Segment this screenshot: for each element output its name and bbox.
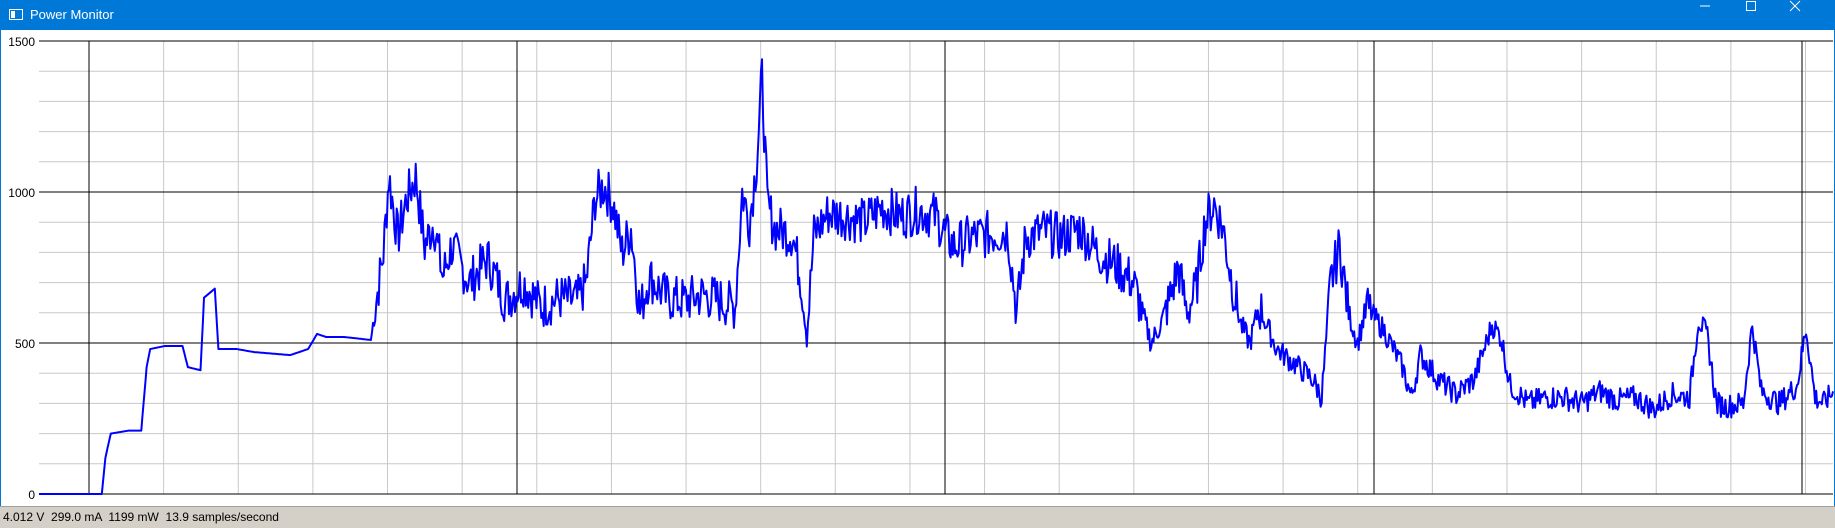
maximize-button[interactable] <box>1745 0 1791 30</box>
window-title: Power Monitor <box>30 7 114 22</box>
chart-area: 0 500 1000 1500 <box>0 30 1835 506</box>
y-tick-label: 0 <box>28 488 35 502</box>
close-button[interactable] <box>1789 0 1835 30</box>
status-bar: 4.012 V 299.0 mA 1199 mW 13.9 samples/se… <box>0 506 1835 528</box>
power-series-line <box>39 58 1834 495</box>
close-icon <box>1789 0 1801 12</box>
y-tick-label: 500 <box>15 337 35 351</box>
power-monitor-window: Power Monitor 0 500 1000 1500 4.012 V 299.0… <box>0 0 1835 528</box>
app-icon[interactable] <box>9 9 23 20</box>
status-readout: 4.012 V 299.0 mA 1199 mW 13.9 samples/se… <box>3 510 279 524</box>
y-tick-label: 1000 <box>8 186 35 200</box>
y-tick-label: 1500 <box>8 35 35 49</box>
power-chart: 0 500 1000 1500 <box>8 35 1834 502</box>
minimize-button[interactable] <box>1699 0 1745 30</box>
minimize-icon <box>1700 5 1710 7</box>
maximize-icon <box>1746 1 1756 11</box>
title-bar[interactable]: Power Monitor <box>0 0 1835 30</box>
